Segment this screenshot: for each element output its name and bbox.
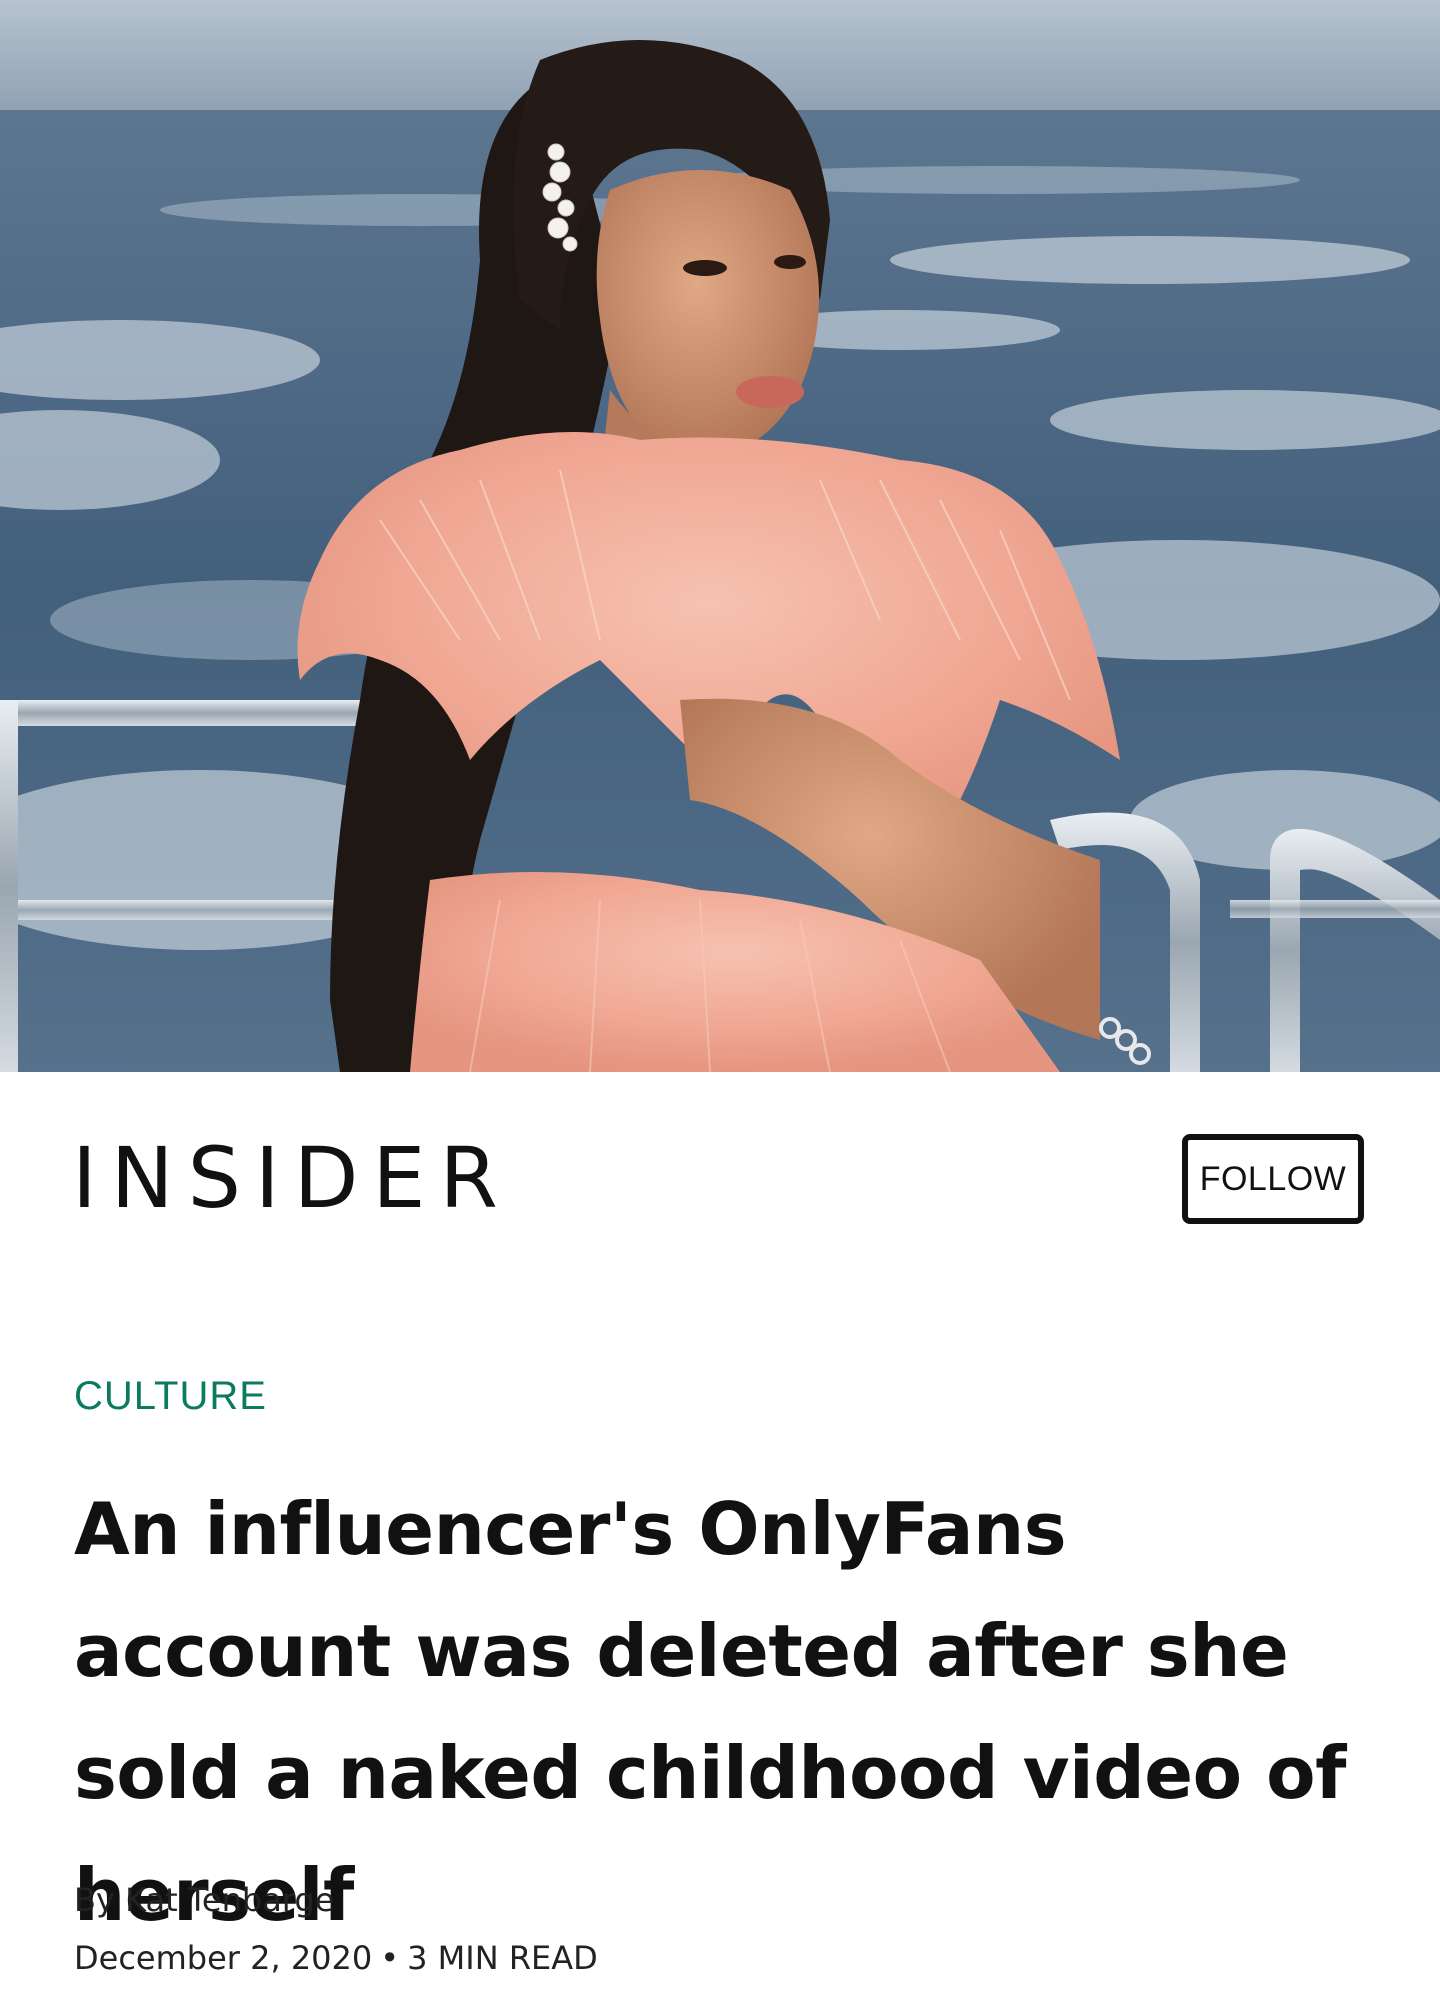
insider-logo[interactable]: INSIDER bbox=[72, 1136, 512, 1220]
publish-date: December 2, 2020 bbox=[74, 1939, 373, 1977]
category-link[interactable]: CULTURE bbox=[74, 1376, 267, 1416]
article-page: INSIDER FOLLOW CULTURE An influencer's O… bbox=[0, 0, 1440, 1999]
article-byline[interactable]: By Kat Tenbarge bbox=[74, 1884, 334, 1916]
brand-header: INSIDER FOLLOW bbox=[0, 1072, 1440, 1292]
hero-image bbox=[0, 0, 1440, 1072]
read-time: 3 MIN READ bbox=[407, 1939, 598, 1977]
article-meta: December 2, 2020 • 3 MIN READ bbox=[74, 1942, 598, 1974]
hero-photo-illustration bbox=[0, 0, 1440, 1072]
follow-button[interactable]: FOLLOW bbox=[1182, 1134, 1364, 1224]
meta-separator: • bbox=[380, 1939, 400, 1977]
